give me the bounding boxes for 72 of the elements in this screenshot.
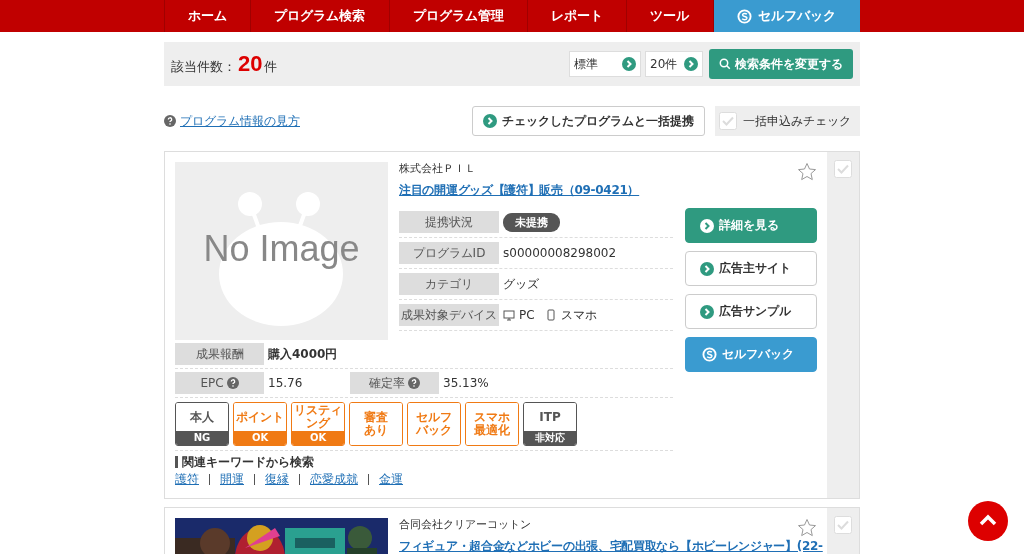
bulk-check-label: 一括申込みチェック xyxy=(743,112,851,130)
count-label: 該当件数： xyxy=(171,58,236,76)
company-name: 合同会社クリアーコットン xyxy=(399,518,532,532)
info-label: カテゴリ xyxy=(399,273,499,295)
bulk-checkbox[interactable] xyxy=(719,112,737,130)
scroll-top-button[interactable] xyxy=(968,501,1008,541)
info-value: グッズ xyxy=(503,275,539,293)
search-icon xyxy=(719,58,731,70)
keyword-link[interactable]: 復縁 xyxy=(265,471,289,488)
selfback-button[interactable]: セルフバック xyxy=(685,337,817,372)
favorite-star-icon[interactable] xyxy=(797,162,817,182)
info-label: 確定率 xyxy=(350,372,439,394)
keyword-link[interactable]: 護符 xyxy=(175,471,199,488)
per-page-dropdown[interactable]: 20件 xyxy=(645,51,703,77)
sort-dropdown[interactable]: 標準 xyxy=(569,51,641,77)
chevron-icon xyxy=(700,218,714,233)
info-value: s00000008298002 xyxy=(503,246,617,260)
chevron-icon xyxy=(700,261,714,276)
feature-badge: 本人 NG xyxy=(175,402,229,446)
device-label: PC xyxy=(519,308,535,322)
nav-tab[interactable]: プログラム検索 xyxy=(251,0,390,32)
info-label: 成果報酬 xyxy=(175,343,264,365)
keyword-link[interactable]: 開運 xyxy=(220,471,244,488)
feature-badge: ポイント OK xyxy=(233,402,287,446)
dropdown-icon xyxy=(622,57,636,71)
program-title-link[interactable]: フィギュア・超合金などホビーの出張、宅配買取なら【ホビーレンジャー】(22- xyxy=(399,539,823,553)
info-value: 35.13% xyxy=(443,376,489,390)
info-label: 提携状況 xyxy=(399,211,499,233)
selfback-icon xyxy=(702,347,717,362)
help-icon xyxy=(226,377,239,389)
action-button[interactable]: 広告サンプル xyxy=(685,294,817,329)
help-icon xyxy=(408,377,420,389)
placeholder-text: No Image xyxy=(202,228,361,270)
count-unit: 件 xyxy=(264,58,278,76)
device-label: スマホ xyxy=(560,306,597,324)
info-label: 成果対象デバイス xyxy=(399,304,499,326)
keyword-link[interactable]: 金運 xyxy=(379,471,403,488)
info-value: 購入4000円 xyxy=(268,345,338,363)
dropdown-icon xyxy=(684,57,698,71)
info-value: 15.76 xyxy=(268,376,304,390)
nav-tab[interactable]: ツール xyxy=(627,0,714,32)
selfback-icon xyxy=(736,8,752,24)
search-button[interactable]: 検索条件を変更する xyxy=(709,49,853,79)
monitor-icon xyxy=(503,309,515,321)
favorite-star-icon[interactable] xyxy=(797,518,817,538)
result-count: 20 xyxy=(238,51,263,77)
feature-badge: リスティ ング OK xyxy=(291,402,345,446)
action-button[interactable]: 広告主サイト xyxy=(685,251,817,286)
info-label: EPC xyxy=(175,372,264,394)
action-button[interactable]: 詳細を見る xyxy=(685,208,817,243)
help-icon xyxy=(164,115,176,127)
nav-tab[interactable]: セルフバック xyxy=(713,0,860,32)
help-link[interactable]: プログラム情報の見方 xyxy=(180,112,300,130)
chevron-icon xyxy=(700,304,714,319)
nav-tab[interactable]: プログラム管理 xyxy=(389,0,528,32)
bulk-partner-button[interactable]: チェックしたプログラムと一括提携 xyxy=(472,106,705,136)
chevron-icon xyxy=(483,114,497,128)
nav-tab[interactable]: レポート xyxy=(528,0,628,32)
program-title-link[interactable]: 注目の開運グッズ【護符】販売（09-0421） xyxy=(399,183,640,197)
phone-icon xyxy=(544,309,557,321)
feature-badge: スマホ 最適化 xyxy=(465,402,519,446)
feature-badge: セルフ バック xyxy=(407,402,461,446)
company-name: 株式会社ＰＩＬ xyxy=(399,162,477,176)
nav-tab[interactable]: ホーム xyxy=(164,0,252,32)
feature-badge: ITP 非対応 xyxy=(523,402,577,446)
feature-badge: 審査 あり xyxy=(349,402,403,446)
keyword-link[interactable]: 恋愛成就 xyxy=(310,471,358,488)
info-label: プログラムID xyxy=(399,242,499,264)
status-pill: 未提携 xyxy=(503,212,560,232)
select-checkbox[interactable] xyxy=(834,160,852,178)
keywords-heading: 関連キーワードから検索 xyxy=(175,456,673,468)
select-checkbox[interactable] xyxy=(834,516,852,534)
